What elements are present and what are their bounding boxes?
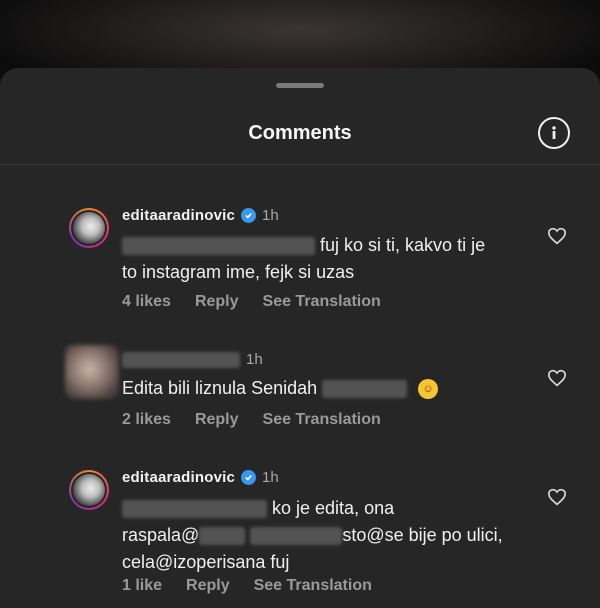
reply-button[interactable]: Reply — [195, 411, 239, 429]
likes-count[interactable]: 4 likes — [122, 293, 171, 311]
comment-text-line: cela@izoperisana fuj — [122, 552, 290, 572]
avatar[interactable] — [69, 208, 109, 248]
see-translation-button[interactable]: See Translation — [263, 411, 381, 429]
comment-username[interactable]: editaaradinovic — [122, 207, 235, 224]
redacted-text — [250, 527, 343, 546]
verified-badge-icon — [241, 470, 257, 485]
avatar[interactable] — [65, 345, 119, 399]
comment-time: 1h — [262, 207, 279, 224]
heart-icon[interactable] — [547, 488, 567, 506]
comment-text: Edita bili liznula Senidah ☺ — [122, 375, 522, 402]
see-translation-button[interactable]: See Translation — [263, 293, 381, 311]
reply-button[interactable]: Reply — [195, 293, 239, 311]
comment-username[interactable]: editaaradinovic — [122, 469, 235, 486]
comment-text: fuj ko si ti, kakvo ti je to instagram i… — [122, 232, 522, 286]
info-icon[interactable] — [538, 117, 570, 149]
redacted-mention — [322, 380, 408, 399]
sheet-title: Comments — [248, 122, 352, 144]
comment-text: ko je edita, ona raspala@ sto@se bije po… — [122, 495, 522, 576]
comment-text-line: Edita bili liznula Senidah — [122, 378, 318, 398]
redacted-mention — [122, 500, 267, 519]
header-divider — [0, 164, 600, 165]
laughing-emoji-icon: ☺ — [418, 379, 439, 400]
heart-icon[interactable] — [547, 369, 567, 387]
comment-text-line: to instagram ime, fejk si uzas — [122, 262, 355, 282]
likes-count[interactable]: 1 like — [122, 577, 162, 595]
comment-time: 1h — [262, 469, 279, 486]
comment-text-line: fuj ko si ti, kakvo ti je — [320, 235, 486, 255]
drag-handle[interactable] — [276, 83, 324, 88]
comment-text-line: ko je edita, ona — [272, 498, 395, 518]
redacted-text — [199, 527, 246, 546]
comment-text-line: raspala@ — [122, 525, 200, 545]
reply-button[interactable]: Reply — [186, 577, 230, 595]
likes-count[interactable]: 2 likes — [122, 411, 171, 429]
comment-time: 1h — [246, 351, 263, 368]
redacted-username[interactable] — [122, 351, 240, 368]
redacted-mention — [122, 237, 315, 256]
verified-badge-icon — [241, 208, 257, 223]
see-translation-button[interactable]: See Translation — [254, 577, 372, 595]
heart-icon[interactable] — [547, 227, 567, 245]
comment-text-line: sto@se bije po ulici, — [342, 525, 503, 545]
avatar[interactable] — [69, 470, 109, 510]
